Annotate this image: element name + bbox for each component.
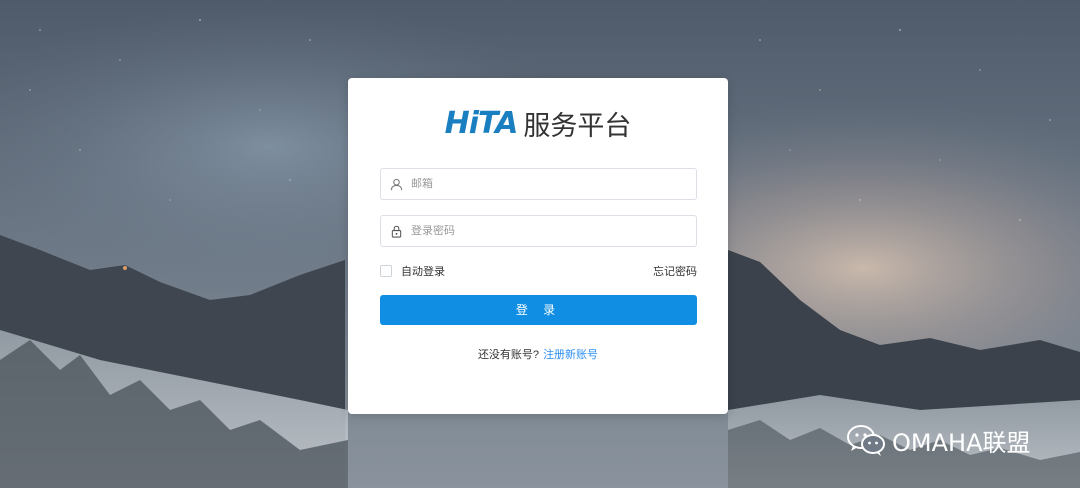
register-link[interactable]: 注册新账号 [543, 349, 598, 361]
brand-title: 服务平台 [523, 110, 632, 142]
watermark: OMAHA联盟 [846, 420, 1030, 460]
brand-header: HiTA 服务平台 [348, 103, 728, 143]
auto-login-option[interactable]: 自动登录 [380, 263, 445, 279]
password-field[interactable] [380, 215, 697, 247]
auto-login-checkbox[interactable] [380, 265, 392, 277]
register-prompt: 还没有账号? [477, 349, 540, 361]
register-row: 还没有账号? 注册新账号 [348, 346, 728, 362]
email-field[interactable] [380, 168, 697, 200]
hita-logo: HiTA [444, 105, 519, 141]
login-options-row: 自动登录 忘记密码 [380, 263, 697, 279]
watermark-text: OMAHA联盟 [892, 428, 1031, 457]
password-input[interactable] [411, 225, 681, 237]
user-icon [381, 178, 411, 191]
login-button[interactable]: 登 录 [380, 295, 697, 325]
login-card: HiTA 服务平台 自动登录 忘记密码 登 录 还没有账号?注 [348, 78, 728, 414]
forgot-password-link[interactable]: 忘记密码 [653, 263, 697, 279]
lock-icon [381, 225, 411, 238]
email-input[interactable] [411, 178, 681, 190]
wechat-icon [847, 425, 885, 456]
auto-login-label: 自动登录 [401, 266, 445, 278]
